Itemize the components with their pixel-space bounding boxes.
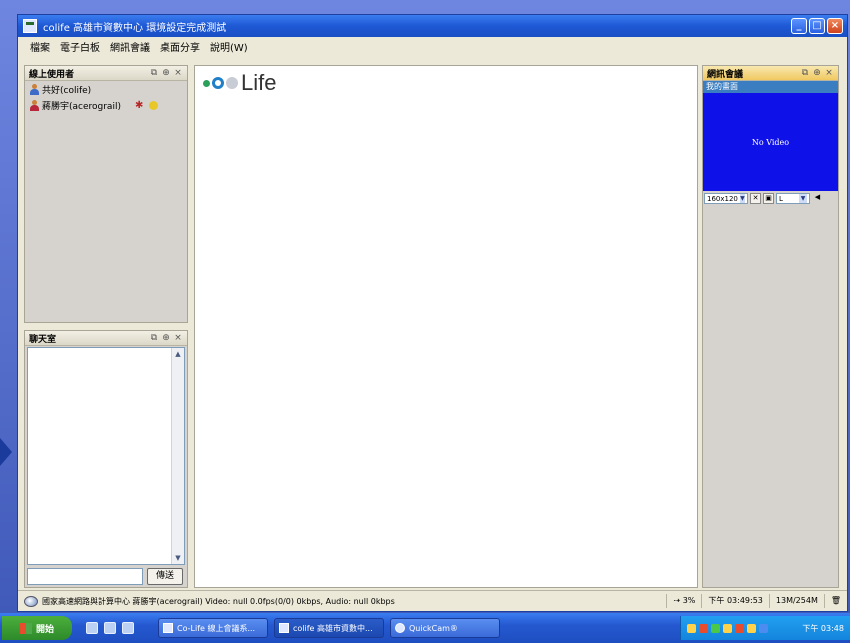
online-users-title: 線上使用者 [29, 69, 75, 80]
video-meeting-title: 網訊會議 [707, 69, 744, 80]
menu-meeting[interactable]: 網訊會議 [110, 39, 150, 54]
chat-input[interactable] [27, 568, 143, 585]
pointer-arrow-icon [0, 438, 12, 466]
menu-whiteboard[interactable]: 電子白板 [60, 39, 100, 54]
close-icon[interactable]: × [173, 68, 183, 78]
chat-scrollbar[interactable]: ▲ ▼ [171, 348, 184, 564]
chevron-down-icon: ▼ [799, 194, 807, 203]
menu-help[interactable]: 說明(W) [210, 39, 248, 54]
user-row[interactable]: 蔣勝宇(acerograil) ✱ [25, 97, 187, 113]
start-button[interactable]: 開始 [2, 616, 72, 640]
cpu-usage: ⇢ 3% [666, 594, 701, 608]
float-icon[interactable]: ⧉ [149, 68, 159, 78]
scroll-down-icon[interactable]: ▼ [172, 552, 184, 564]
chat-title: 聊天室 [29, 334, 57, 345]
trash-icon[interactable]: 🗑 [823, 594, 847, 608]
send-button[interactable]: 傳送 [147, 568, 183, 585]
broadcast-icon: ✱ [134, 99, 144, 111]
quick-launch-icon[interactable] [86, 622, 98, 634]
clock: 下午 03:48 [802, 623, 844, 633]
taskbar-button[interactable]: Co-Life 線上會議系... [158, 618, 268, 638]
app-icon [23, 19, 37, 33]
colife-logo: Life [203, 70, 276, 96]
video-meeting-panel: 網訊會議 ⧉ ⊕ × 我的畫面 No Video 160x120 ▼ ✕ ▣ L ▼… [702, 65, 839, 588]
menu-file[interactable]: 檔案 [30, 39, 50, 54]
quickcam-icon [395, 623, 405, 633]
maximize-button[interactable]: □ [809, 18, 825, 34]
tray-icon[interactable] [759, 623, 768, 633]
float-icon[interactable]: ⧉ [800, 68, 810, 78]
app-window: colife 高雄市資數中心 環境設定完成測試 _ □ × 檔案 電子白板 網訊… [17, 14, 848, 612]
windows-flag-icon [19, 622, 32, 634]
emoticon-icon [149, 100, 159, 110]
system-tray: 下午 03:48 [680, 616, 850, 640]
status-time: 下午 03:49:53 [701, 594, 768, 608]
tray-icon[interactable] [687, 623, 696, 633]
pin-icon[interactable]: ⊕ [161, 333, 171, 343]
taskbar-button[interactable]: QuickCam® [390, 618, 500, 638]
chevron-down-icon: ▼ [739, 194, 745, 203]
network-icon [24, 595, 38, 607]
app-icon [163, 623, 173, 633]
resolution-select[interactable]: 160x120 ▼ [704, 193, 748, 204]
settings-icon[interactable]: ▣ [763, 193, 774, 204]
minimize-button[interactable]: _ [791, 18, 807, 34]
taskbar-button-active[interactable]: colife 高雄市資數中... [274, 618, 384, 638]
title-bar[interactable]: colife 高雄市資數中心 環境設定完成測試 _ □ × [18, 15, 847, 37]
menu-desktop-share[interactable]: 桌面分享 [160, 39, 200, 54]
tray-icon[interactable] [711, 623, 720, 633]
chat-panel: 聊天室 ⧉ ⊕ × ▲ ▼ 傳送 [24, 330, 188, 588]
taskbar: 開始 Co-Life 線上會議系... colife 高雄市資數中... Qui… [0, 613, 850, 643]
speaker-user-icon [29, 99, 39, 111]
float-icon[interactable]: ⧉ [149, 333, 159, 343]
user-name: 共好(colife) [42, 85, 92, 96]
quality-select[interactable]: L ▼ [776, 193, 810, 204]
volume-icon[interactable]: ◀ [812, 193, 823, 204]
close-button[interactable]: × [827, 18, 843, 34]
menu-bar: 檔案 電子白板 網訊會議 桌面分享 說明(W) [18, 37, 847, 55]
close-icon[interactable]: × [173, 333, 183, 343]
app-icon [279, 623, 289, 633]
window-title: colife 高雄市資數中心 環境設定完成測試 [43, 22, 227, 34]
no-video-label: No Video [751, 137, 790, 147]
tray-icon[interactable] [723, 623, 732, 633]
tray-icon[interactable] [747, 623, 756, 633]
video-subtitle: 我的畫面 [703, 81, 838, 93]
status-bar: 國家高速網路與計算中心 蔣勝宇(acerograil) Video: null … [18, 590, 847, 611]
quick-launch-icon[interactable] [122, 622, 134, 634]
quick-launch-icon[interactable] [104, 622, 116, 634]
status-message: 國家高速網路與計算中心 蔣勝宇(acerograil) Video: null … [42, 596, 395, 606]
whiteboard-canvas[interactable]: Life [194, 65, 698, 588]
close-icon[interactable]: × [824, 68, 834, 78]
chat-messages: ▲ ▼ [27, 347, 185, 565]
quick-launch [86, 622, 134, 634]
user-name: 蔣勝宇(acerograil) [42, 101, 121, 112]
online-users-panel: 線上使用者 ⧉ ⊕ × 共好(colife) 蔣勝宇(acerograil) ✱ [24, 65, 188, 323]
user-icon [29, 83, 39, 95]
video-screen: No Video [703, 93, 838, 191]
scroll-up-icon[interactable]: ▲ [172, 348, 184, 360]
camera-icon[interactable]: ✕ [750, 193, 761, 204]
tray-icon[interactable] [735, 623, 744, 633]
pin-icon[interactable]: ⊕ [161, 68, 171, 78]
user-row[interactable]: 共好(colife) [25, 81, 187, 97]
pin-icon[interactable]: ⊕ [812, 68, 822, 78]
tray-icon[interactable] [699, 623, 708, 633]
memory-usage: 13M/254M [768, 594, 824, 608]
logo-text: Life [241, 70, 277, 95]
